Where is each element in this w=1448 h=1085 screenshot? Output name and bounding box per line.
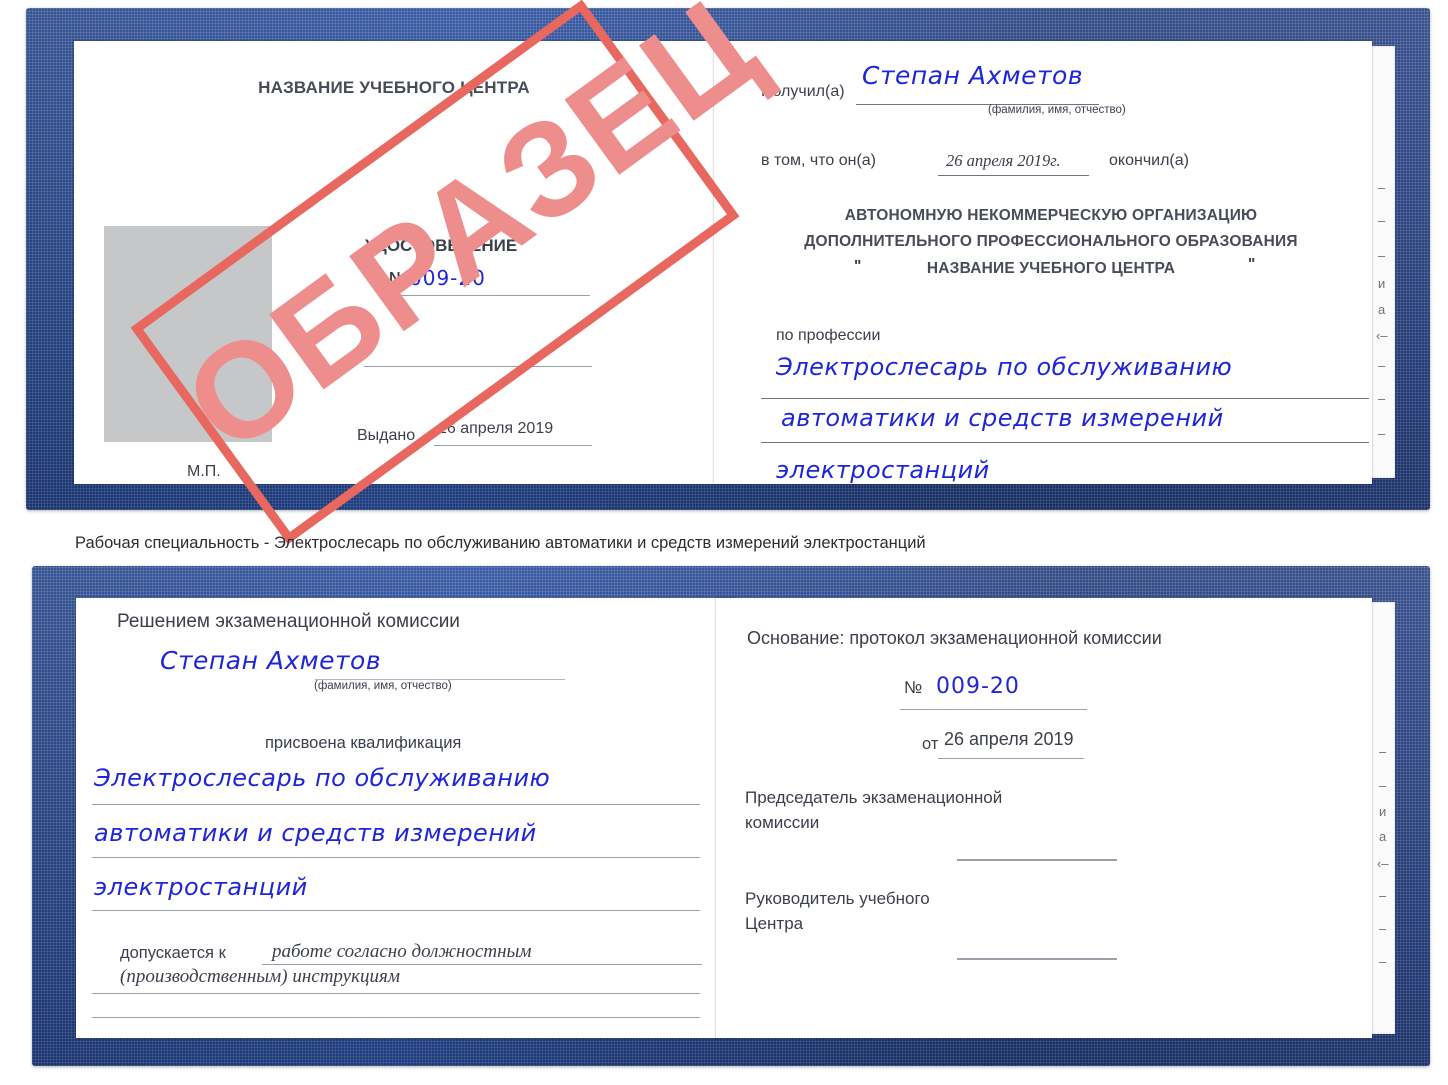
edge-fragment: ‹– — [1377, 856, 1389, 871]
head-line2-bottom: Центра — [745, 914, 804, 933]
issued-value-top: 26 апреля 2019 — [438, 420, 554, 437]
certificate-bottom: Решением экзаменационной комиссии Степан… — [32, 566, 1430, 1066]
qualification-rule3-bottom — [92, 910, 700, 911]
edge-fragment: – — [1378, 426, 1386, 441]
certificate-top: НАЗВАНИЕ УЧЕБНОГО ЦЕНТРА УДОСТОВЕРЕНИЕ №… — [26, 0, 1430, 545]
qualification-line1-bottom: Электрослесарь по обслуживанию — [94, 764, 551, 792]
org-line3-top: НАЗВАНИЕ УЧЕБНОГО ЦЕНТРА — [926, 260, 1176, 277]
edge-fragment: – — [1379, 778, 1387, 793]
profession-rule2-top — [761, 442, 1369, 443]
admitted-rule1-bottom — [262, 964, 702, 965]
edge-fragment: – — [1378, 391, 1386, 406]
fio-hint-top: (фамилия, имя, отчество) — [988, 104, 1126, 116]
admitted-rule2-bottom — [92, 993, 700, 994]
finish-date-rule-top — [938, 175, 1089, 176]
edge-fragment: а — [1379, 829, 1387, 844]
protocol-date-rule-bottom — [938, 758, 1084, 759]
profession-line1-top: Электрослесарь по обслуживанию — [776, 353, 1233, 381]
org-quote-close-top: " — [1248, 256, 1256, 273]
spine-top — [735, 48, 737, 478]
issued-label-top: Выдано — [357, 427, 416, 444]
profession-rule1-top — [761, 398, 1369, 399]
qualification-line3-bottom: электростанций — [94, 873, 308, 901]
photo-placeholder — [104, 226, 272, 442]
admitted-value-line2-bottom: (производственным) инструкциям — [120, 966, 400, 987]
finished-label-top: окончил(а) — [1109, 152, 1189, 169]
received-label-top: Получил(а) — [761, 83, 845, 100]
qualification-rule2-bottom — [92, 857, 700, 858]
profession-line2-top: автоматики и средств измерений — [781, 404, 1224, 432]
chairman-line2-bottom: комиссии — [745, 813, 820, 832]
edge-fragment: – — [1378, 358, 1386, 373]
doc-type-top: УДОСТОВЕРЕНИЕ — [365, 236, 518, 255]
head-signature-rule-bottom — [957, 958, 1117, 960]
qualification-line2-bottom: автоматики и средств измерений — [94, 819, 537, 847]
admitted-value-line1-bottom: работе согласно должностным — [272, 941, 532, 962]
received-value-top: Степан Ахметов — [862, 61, 1084, 90]
admitted-rule3-bottom — [92, 1017, 700, 1018]
number-label-top: № — [389, 270, 407, 287]
org-title-top: НАЗВАНИЕ УЧЕБНОГО ЦЕНТРА — [258, 78, 530, 97]
edge-fragment: – — [1379, 744, 1387, 759]
number-value-top: 009-20 — [409, 266, 486, 290]
protocol-date-label-bottom: от — [922, 735, 939, 753]
edge-fragment: – — [1379, 921, 1387, 936]
edge-fragment: ‹– — [1376, 328, 1388, 343]
edge-fragment: и — [1379, 804, 1387, 819]
profession-label-top: по профессии — [776, 327, 881, 344]
caption-text: Рабочая специальность - Электрослесарь п… — [75, 534, 926, 552]
in-that-label-top: в том, что он(а) — [761, 152, 876, 169]
basis-label-bottom: Основание: протокол экзаменационной коми… — [747, 628, 1162, 648]
edge-fragment: – — [1379, 888, 1387, 903]
org-line1-top: АВТОНОМНУЮ НЕКОММЕРЧЕСКУЮ ОРГАНИЗАЦИЮ — [844, 207, 1258, 224]
qualification-rule1-bottom — [92, 804, 700, 805]
head-line1-bottom: Руководитель учебного — [745, 889, 930, 908]
org-line2-top: ДОПОЛНИТЕЛЬНОГО ПРОФЕССИОНАЛЬНОГО ОБРАЗО… — [804, 233, 1298, 250]
protocol-number-value-bottom: 009-20 — [936, 674, 1020, 699]
stamp-label-top: М.П. — [187, 463, 221, 480]
issued-rule-top — [434, 445, 592, 446]
edge-fragment: – — [1378, 180, 1386, 195]
chairman-signature-rule-bottom — [957, 859, 1117, 861]
protocol-number-label-bottom: № — [904, 678, 923, 697]
qualification-label-bottom: присвоена квалификация — [265, 734, 462, 752]
blank-rule-top — [364, 366, 592, 367]
profession-line3-top: электростанций — [776, 456, 990, 484]
edge-fragment: и — [1378, 276, 1386, 291]
fio-hint-bottom: (фамилия, имя, отчество) — [314, 680, 452, 692]
number-rule-top — [388, 295, 590, 296]
finish-date-top: 26 апреля 2019г. — [946, 151, 1061, 170]
decision-title-bottom: Решением экзаменационной комиссии — [117, 611, 460, 632]
admitted-label-bottom: допускается к — [120, 944, 226, 962]
edge-fragment: – — [1378, 248, 1386, 263]
edge-fragment: а — [1378, 302, 1386, 317]
spine-bottom — [736, 604, 738, 1032]
name-value-bottom: Степан Ахметов — [160, 646, 382, 675]
edge-fragment: – — [1379, 954, 1387, 969]
protocol-date-value-bottom: 26 апреля 2019 — [944, 729, 1074, 749]
edge-fragment: – — [1378, 213, 1386, 228]
protocol-number-rule-bottom — [900, 709, 1087, 710]
chairman-line1-bottom: Председатель экзаменационной — [745, 788, 1003, 807]
